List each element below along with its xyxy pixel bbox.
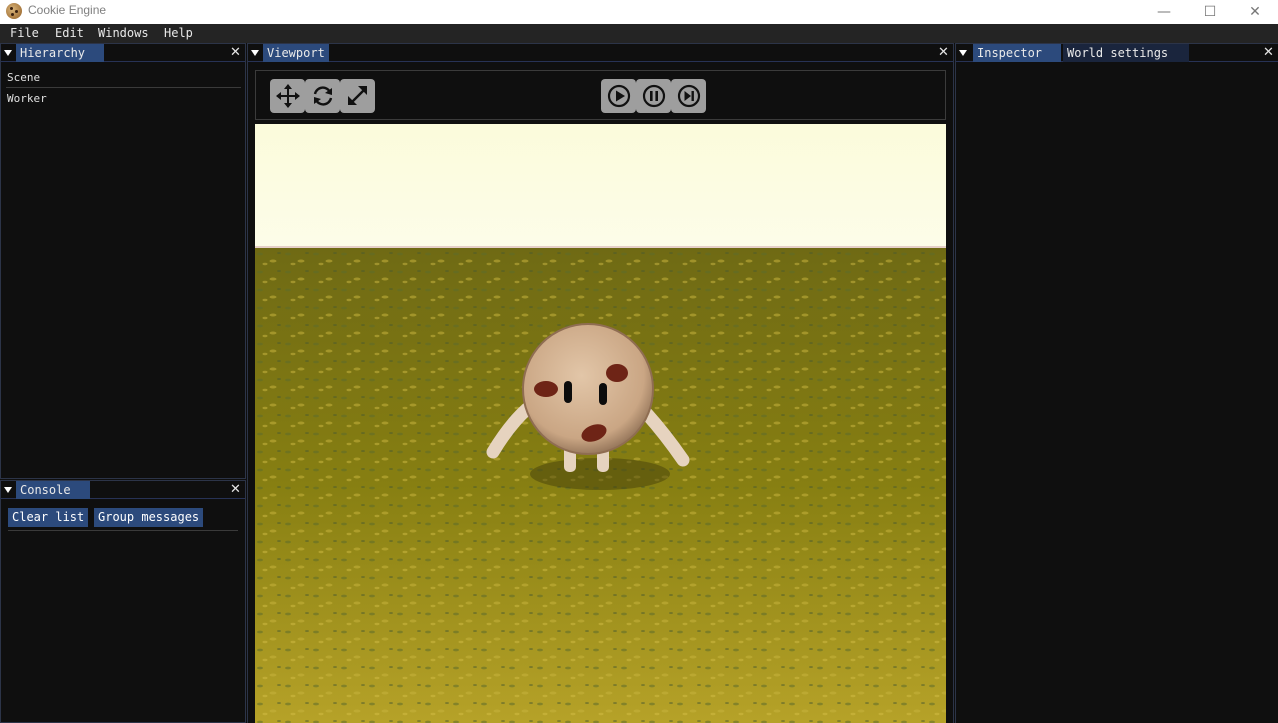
tab-console[interactable]: Console	[16, 481, 90, 499]
step-button[interactable]	[671, 79, 706, 113]
collapse-arrow-icon[interactable]	[251, 50, 259, 56]
tab-world-settings[interactable]: World settings	[1063, 44, 1189, 62]
scale-icon	[347, 86, 367, 105]
tab-hierarchy[interactable]: Hierarchy	[16, 44, 104, 62]
menu-windows[interactable]: Windows	[98, 26, 149, 40]
console-panel: Console ✕ Clear list Group messages	[0, 480, 246, 723]
hierarchy-header: Hierarchy ✕	[1, 44, 245, 62]
tab-viewport[interactable]: Viewport	[263, 44, 329, 62]
inspector-header: Inspector World settings ✕	[956, 44, 1278, 62]
collapse-arrow-icon[interactable]	[959, 50, 967, 56]
scale-tool-button[interactable]	[340, 79, 375, 113]
play-button[interactable]	[601, 79, 636, 113]
menu-bar: File Edit Windows Help	[0, 24, 1278, 43]
pause-button[interactable]	[636, 79, 671, 113]
close-icon[interactable]: ✕	[938, 45, 949, 60]
close-icon[interactable]: ✕	[230, 45, 241, 60]
title-bar: Cookie Engine — ☐ ✕	[0, 0, 1278, 24]
rotate-tool-button[interactable]	[305, 79, 340, 113]
close-window-button[interactable]: ✕	[1232, 0, 1278, 24]
collapse-arrow-icon[interactable]	[4, 487, 12, 493]
maximize-button[interactable]: ☐	[1187, 0, 1233, 24]
pause-icon	[642, 84, 665, 108]
minimize-icon: —	[1157, 4, 1171, 20]
tab-inspector[interactable]: Inspector	[973, 44, 1061, 62]
console-separator	[8, 530, 238, 531]
scene-render	[255, 124, 946, 723]
cookie-app-icon	[6, 3, 22, 19]
rotate-icon	[313, 86, 332, 106]
viewport-header: Viewport ✕	[248, 44, 953, 62]
hierarchy-panel: Hierarchy ✕ Scene Worker	[0, 43, 246, 479]
close-icon[interactable]: ✕	[230, 482, 241, 497]
close-icon[interactable]: ✕	[1263, 45, 1274, 60]
console-header: Console ✕	[1, 481, 245, 499]
minimize-button[interactable]: —	[1141, 0, 1187, 24]
viewport-toolbar	[255, 70, 946, 120]
hierarchy-item-scene[interactable]: Scene	[7, 71, 40, 84]
menu-file[interactable]: File	[10, 26, 39, 40]
hierarchy-item-worker[interactable]: Worker	[7, 92, 47, 105]
hierarchy-separator	[6, 87, 241, 88]
collapse-arrow-icon[interactable]	[4, 50, 12, 56]
step-icon	[677, 84, 700, 108]
sky	[255, 124, 946, 250]
menu-help[interactable]: Help	[164, 26, 193, 40]
inspector-panel: Inspector World settings ✕	[955, 43, 1278, 723]
menu-edit[interactable]: Edit	[55, 26, 84, 40]
group-messages-button[interactable]: Group messages	[94, 508, 204, 527]
scene-view[interactable]	[255, 124, 946, 723]
clear-list-button[interactable]: Clear list	[8, 508, 89, 527]
move-tool-button[interactable]	[270, 79, 305, 113]
maximize-icon: ☐	[1203, 4, 1217, 20]
window-title: Cookie Engine	[28, 3, 107, 17]
close-icon: ✕	[1249, 4, 1261, 20]
play-icon	[607, 84, 630, 108]
move-icon	[275, 84, 300, 108]
